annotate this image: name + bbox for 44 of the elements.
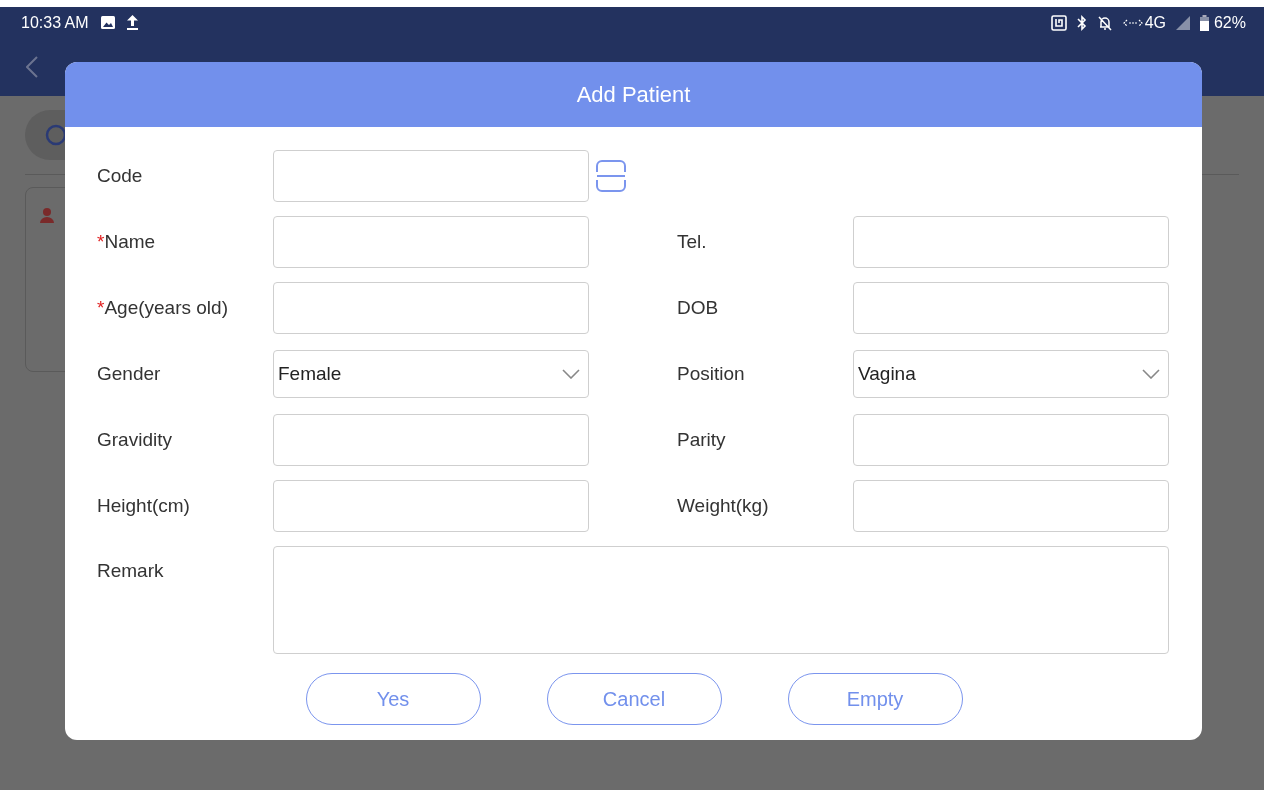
field-label: Gender (97, 363, 162, 385)
chevron-down-icon (562, 369, 580, 379)
dropdown-field[interactable]: Vagina (853, 350, 1169, 398)
dialog-button[interactable]: Yes (305, 673, 481, 725)
bluetooth-icon (1076, 14, 1087, 31)
field-label: Remark (97, 559, 165, 582)
input-field[interactable] (273, 150, 589, 202)
remark-field[interactable] (273, 546, 1169, 654)
field-label: DOB (677, 297, 720, 319)
battery-icon (1199, 14, 1209, 31)
field-label: Height(cm) (97, 495, 191, 517)
battery-percentage: 62% (1213, 13, 1246, 32)
image-icon (100, 16, 115, 29)
person-icon (40, 208, 54, 223)
input-field[interactable] (853, 216, 1169, 268)
clock-time: 10:33 AM (21, 13, 89, 32)
input-field[interactable] (853, 414, 1169, 466)
network-type: 4G (1144, 13, 1166, 32)
signal-icon (1175, 15, 1190, 30)
dropdown-field[interactable]: Female (273, 350, 589, 398)
field-label: Position (677, 363, 746, 385)
input-field[interactable] (853, 282, 1169, 334)
field-label: Parity (677, 429, 727, 451)
field-label: Weight(kg) (677, 495, 770, 517)
upload-icon (126, 15, 138, 30)
chevron-down-icon (1142, 369, 1160, 379)
input-field[interactable] (853, 480, 1169, 532)
field-label: *Name (97, 231, 157, 253)
dialog-button[interactable]: Cancel (546, 673, 722, 725)
field-label: Code (97, 165, 144, 187)
input-field[interactable] (273, 282, 589, 334)
dialog-button[interactable]: Empty (787, 673, 963, 725)
input-field[interactable] (273, 216, 589, 268)
field-label: Tel. (677, 231, 708, 253)
field-label: Gravidity (97, 429, 173, 451)
input-field[interactable] (273, 414, 589, 466)
input-field[interactable] (273, 480, 589, 532)
nfc-icon (1050, 14, 1067, 31)
dialog-title: Add Patient (65, 62, 1202, 127)
data-transfer-icon (1122, 17, 1143, 28)
scan-icon[interactable] (596, 160, 626, 192)
field-label: *Age(years old) (97, 297, 229, 319)
muted-bell-icon (1096, 14, 1113, 31)
search-icon (45, 124, 67, 146)
